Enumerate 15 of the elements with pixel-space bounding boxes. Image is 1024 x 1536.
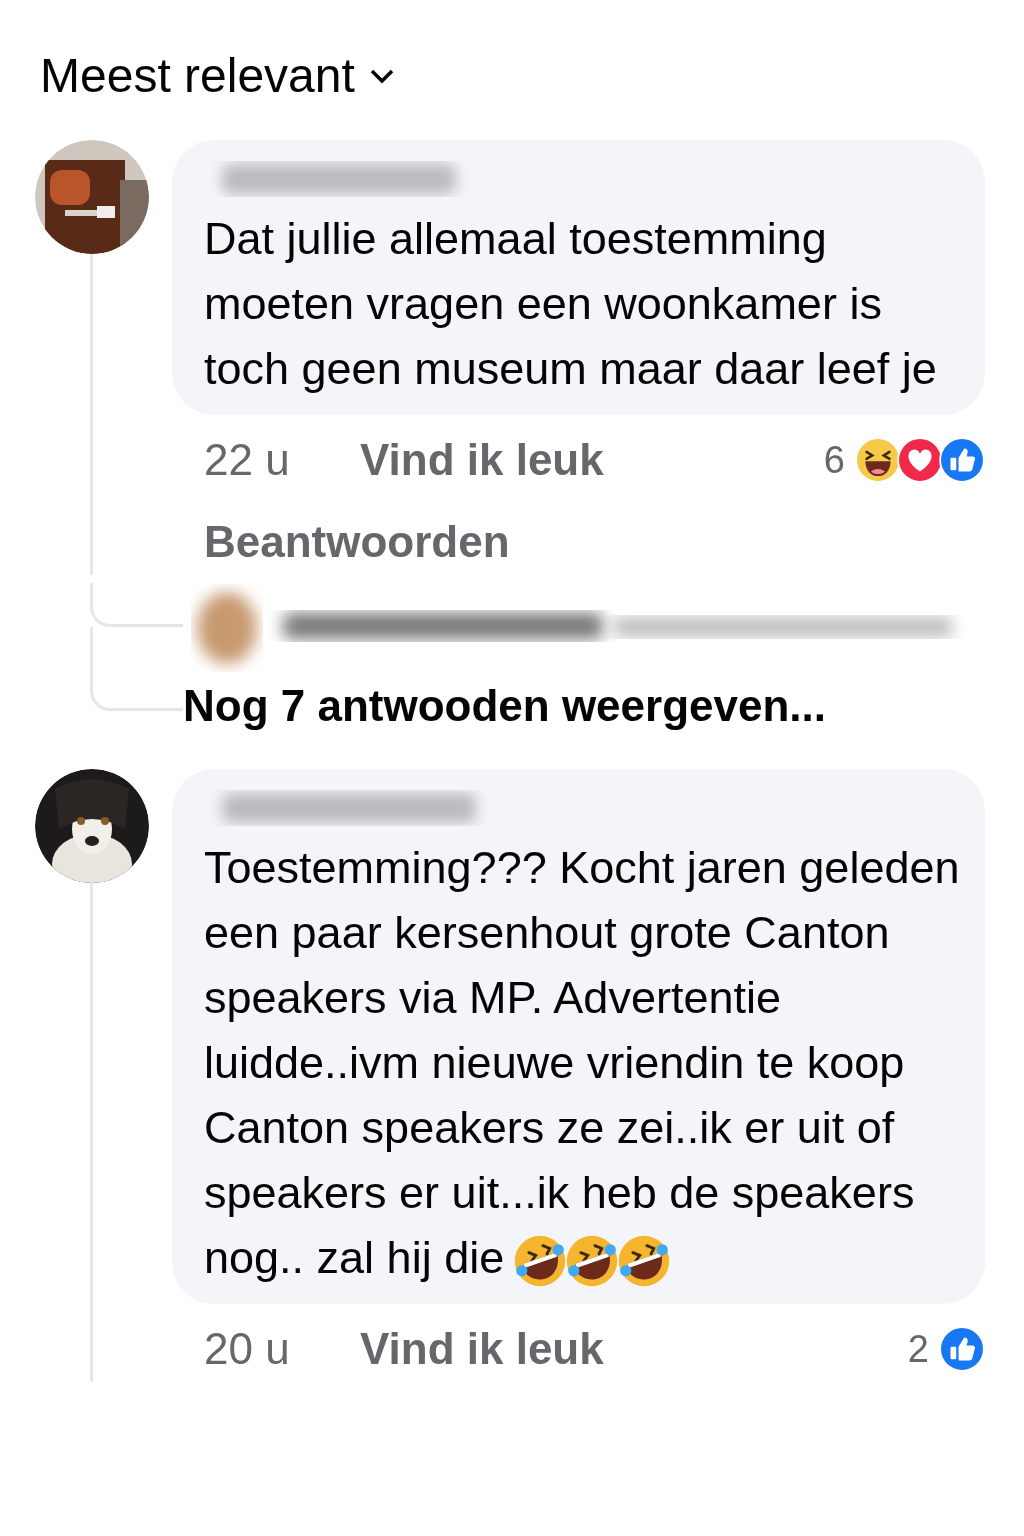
thumbs-up-icon	[939, 437, 985, 483]
thumbs-up-icon	[939, 1326, 985, 1372]
laughing-face-icon	[855, 437, 901, 483]
reply-link[interactable]: Beantwoorden	[204, 509, 510, 575]
reaction-count: 2	[907, 1326, 929, 1372]
comment-text: Dat jullie allemaal toestemming moeten vragen een woonkamer is toch geen museum maar daar leef je	[204, 212, 938, 396]
like-link[interactable]: Vind ik leuk	[360, 427, 604, 493]
comment-text: Toestemming??? Kocht jaren geleden een paar kersenhout grote Canton speakers via MP. Advertentie luidde..ivm nieuwe vriendin te koop Canton speakers ze zei..ik er uit of speakers er uit...ik heb de speakers nog.. zal hij die	[204, 835, 969, 1290]
sort-dropdown[interactable]: Meest relevant	[40, 40, 395, 112]
time-label: 22 u	[204, 434, 291, 486]
like-link[interactable]: Vind ik leuk	[360, 1316, 604, 1382]
time-label: 20 u	[204, 1323, 291, 1375]
reaction-count: 6	[823, 437, 845, 483]
more-replies-link[interactable]: Nog 7 antwooden weergeven...	[183, 673, 826, 739]
chevron-down-icon	[368, 68, 395, 84]
